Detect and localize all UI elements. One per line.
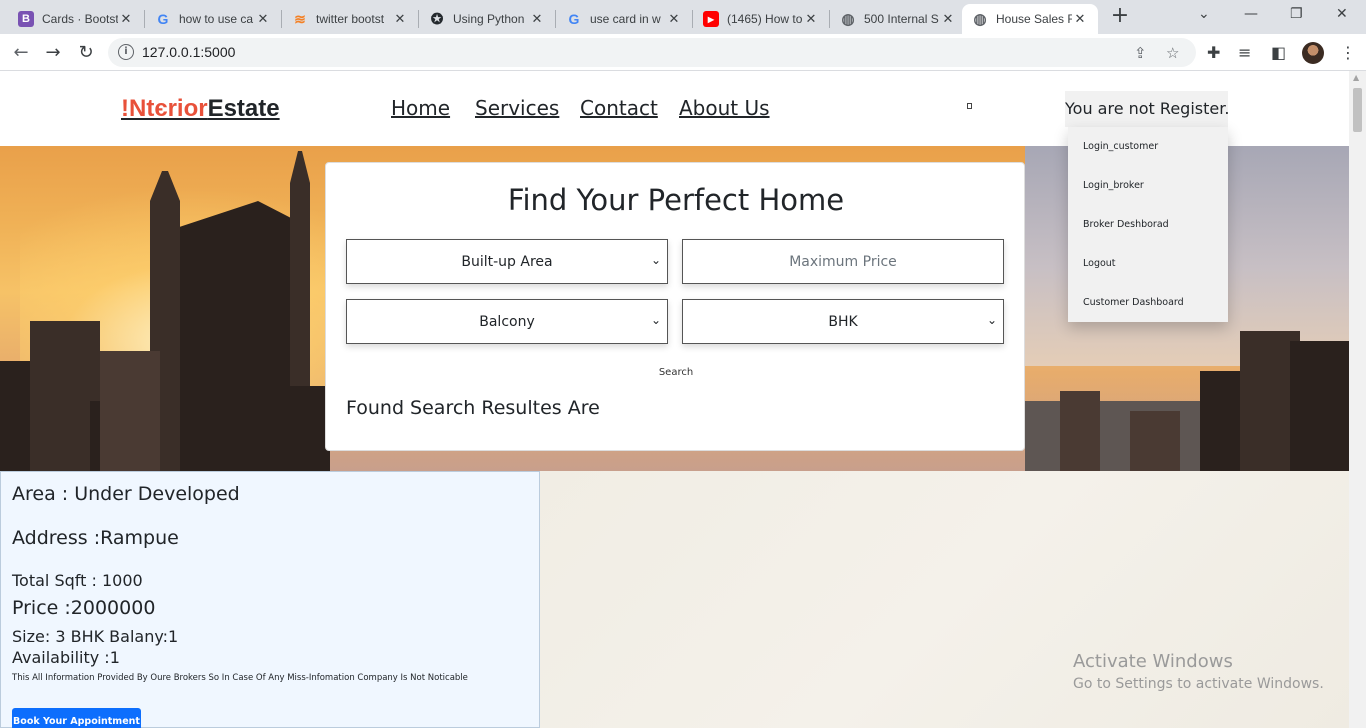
close-tab-icon[interactable]: ✕ bbox=[392, 11, 408, 27]
results-heading: Found Search Resultes Are bbox=[346, 397, 600, 419]
property-availability: Availability :1 bbox=[12, 648, 120, 667]
chevron-down-icon: ⌄ bbox=[650, 313, 661, 327]
account-dropdown-menu: Login_customer Login_broker Broker Deshb… bbox=[1068, 127, 1228, 322]
select-value: BHK bbox=[828, 313, 858, 330]
globe-icon: ◍ bbox=[973, 11, 987, 28]
menu-item-login-broker[interactable]: Login_broker bbox=[1083, 180, 1144, 191]
maximum-price-input[interactable]: Maximum Price bbox=[682, 239, 1004, 284]
scrollbar-thumb[interactable] bbox=[1353, 88, 1362, 132]
tab-title: (1465) How to bbox=[727, 12, 803, 26]
more-menu-icon[interactable]: ⋮ bbox=[1340, 43, 1356, 62]
restore-icon[interactable]: ❐ bbox=[1290, 6, 1303, 22]
search-button[interactable]: Search bbox=[326, 367, 1026, 378]
search-title: Find Your Perfect Home bbox=[507, 183, 845, 217]
page-scrollbar[interactable]: ▲ bbox=[1349, 71, 1366, 728]
close-tab-icon[interactable]: ✕ bbox=[666, 11, 682, 27]
property-size: Size: 3 BHK Balany:1 bbox=[12, 627, 179, 646]
close-tab-icon[interactable]: ✕ bbox=[255, 11, 271, 27]
nav-link-services[interactable]: Services bbox=[475, 96, 559, 120]
search-card: Find Your Perfect Home Built-up Area ⌄ M… bbox=[325, 162, 1025, 451]
menu-item-login-customer[interactable]: Login_customer bbox=[1083, 141, 1158, 152]
close-tab-icon[interactable]: ✕ bbox=[529, 11, 545, 27]
broker-disclaimer: This All Information Provided By Oure Br… bbox=[12, 673, 468, 683]
google-icon: G bbox=[568, 11, 580, 27]
stackoverflow-icon: ≋ bbox=[294, 10, 306, 27]
browser-tab-bar: B Cards · Bootst ✕ G how to use ca ✕ ≋ t… bbox=[0, 0, 1366, 34]
close-tab-icon[interactable]: ✕ bbox=[803, 11, 819, 27]
property-sqft: Total Sqft : 1000 bbox=[12, 571, 143, 590]
menu-item-logout[interactable]: Logout bbox=[1083, 258, 1116, 269]
browser-tab[interactable]: B Cards · Bootst ✕ bbox=[8, 4, 144, 34]
chevron-down-icon: ⌄ bbox=[650, 253, 661, 267]
browser-toolbar: ← → ↻ i 127.0.0.1:5000 ⇪ ☆ ✚ ≡ ◧ ⋮ bbox=[0, 34, 1366, 71]
tab-title: twitter bootst bbox=[316, 12, 385, 26]
tab-title: 500 Internal S bbox=[864, 12, 939, 26]
brand-logo[interactable]: !NtєriorEstate bbox=[121, 95, 280, 123]
side-panel-icon[interactable]: ◧ bbox=[1271, 43, 1286, 62]
profile-avatar[interactable] bbox=[1302, 42, 1324, 64]
reload-icon[interactable]: ↻ bbox=[73, 40, 99, 66]
close-tab-icon[interactable]: ✕ bbox=[940, 11, 956, 27]
bhk-select[interactable]: BHK ⌄ bbox=[682, 299, 1004, 344]
activate-windows-subtitle: Go to Settings to activate Windows. bbox=[1073, 676, 1324, 692]
property-price: Price :2000000 bbox=[12, 597, 156, 619]
book-appointment-button[interactable]: Book Your Appointment bbox=[12, 708, 141, 728]
browser-tab-active[interactable]: ◍ House Sales F ✕ bbox=[962, 4, 1098, 34]
nav-link-home[interactable]: Home bbox=[391, 96, 450, 120]
chevron-down-icon: ⌄ bbox=[986, 313, 997, 327]
web-page: !NtєriorEstate Home Services Contact Abo… bbox=[0, 71, 1349, 728]
brand-part-2: Estate bbox=[207, 95, 280, 122]
bootstrap-icon: B bbox=[18, 11, 34, 27]
github-icon: ✪ bbox=[430, 11, 444, 28]
tab-title: House Sales F bbox=[996, 12, 1072, 26]
property-result-card: Area : Under Developed Address :Rampue T… bbox=[0, 471, 540, 728]
google-icon: G bbox=[157, 11, 169, 27]
activate-windows-title: Activate Windows bbox=[1073, 651, 1233, 672]
tab-title: Cards · Bootst bbox=[42, 12, 118, 26]
browser-tab[interactable]: G how to use ca ✕ bbox=[145, 4, 281, 34]
menu-item-broker-dashboard[interactable]: Broker Deshborad bbox=[1083, 219, 1169, 230]
select-value: Balcony bbox=[479, 313, 535, 330]
close-tab-icon[interactable]: ✕ bbox=[118, 11, 134, 27]
balcony-select[interactable]: Balcony ⌄ bbox=[346, 299, 668, 344]
nav-link-about-us[interactable]: About Us bbox=[679, 96, 770, 120]
built-up-area-select[interactable]: Built-up Area ⌄ bbox=[346, 239, 668, 284]
brand-part-1: !Ntєrior bbox=[121, 95, 208, 122]
tab-title: Using Python bbox=[453, 12, 525, 26]
close-window-icon[interactable]: ✕ bbox=[1336, 6, 1348, 22]
share-icon[interactable]: ⇪ bbox=[1134, 44, 1147, 62]
nav-link-contact[interactable]: Contact bbox=[580, 96, 658, 120]
tab-title: how to use ca bbox=[179, 12, 254, 26]
globe-icon: ◍ bbox=[841, 11, 855, 28]
extensions-puzzle-icon[interactable]: ✚ bbox=[1207, 43, 1220, 62]
scroll-up-icon[interactable]: ▲ bbox=[1353, 73, 1359, 82]
broken-image-icon bbox=[967, 103, 972, 109]
tab-title: use card in w bbox=[590, 12, 661, 26]
youtube-icon: ▶ bbox=[703, 11, 719, 27]
media-queue-icon[interactable]: ≡ bbox=[1238, 43, 1251, 62]
select-value: Built-up Area bbox=[461, 253, 553, 270]
browser-tab[interactable]: ≋ twitter bootst ✕ bbox=[282, 4, 418, 34]
browser-tab[interactable]: ◍ 500 Internal S ✕ bbox=[830, 4, 966, 34]
property-area: Area : Under Developed bbox=[12, 483, 240, 505]
input-placeholder: Maximum Price bbox=[789, 253, 897, 270]
minimize-icon[interactable]: — bbox=[1244, 6, 1258, 22]
tab-search-icon[interactable]: ⌄ bbox=[1198, 6, 1210, 22]
bookmark-star-icon[interactable]: ☆ bbox=[1166, 44, 1179, 62]
browser-tab[interactable]: ▶ (1465) How to ✕ bbox=[693, 4, 829, 34]
browser-tab[interactable]: G use card in w ✕ bbox=[556, 4, 692, 34]
new-tab-button[interactable]: + bbox=[1108, 5, 1132, 29]
address-bar[interactable]: i 127.0.0.1:5000 ⇪ ☆ bbox=[108, 38, 1196, 67]
close-tab-icon[interactable]: ✕ bbox=[1072, 11, 1088, 27]
menu-item-customer-dashboard[interactable]: Customer Dashboard bbox=[1083, 297, 1184, 308]
site-info-icon[interactable]: i bbox=[118, 44, 134, 60]
register-status-button[interactable]: You are not Register. bbox=[1065, 91, 1229, 127]
property-address: Address :Rampue bbox=[12, 527, 179, 549]
forward-arrow-icon[interactable]: → bbox=[40, 40, 66, 66]
browser-tab[interactable]: ✪ Using Python ✕ bbox=[419, 4, 555, 34]
back-arrow-icon[interactable]: ← bbox=[8, 40, 34, 66]
url-text[interactable]: 127.0.0.1:5000 bbox=[142, 44, 235, 60]
